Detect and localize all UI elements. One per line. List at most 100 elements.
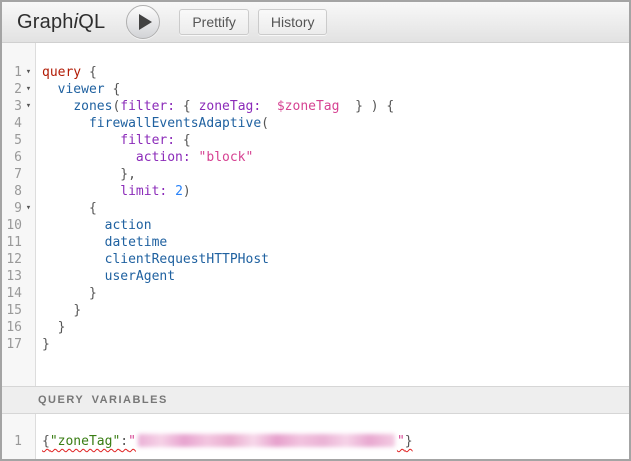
prettify-button[interactable]: Prettify — [179, 9, 249, 35]
line-number: 3 — [2, 98, 22, 115]
code-token: } — [73, 303, 81, 318]
code-token: filter: — [120, 99, 175, 114]
fold-gutter-space — [22, 183, 35, 200]
code-line[interactable]: viewer { — [42, 81, 629, 98]
line-number: 11 — [2, 234, 22, 251]
code-token: " — [397, 434, 405, 449]
fold-arrow-icon[interactable]: ▾ — [22, 98, 35, 115]
line-number: 4 — [2, 115, 22, 132]
code-token: query — [42, 65, 81, 80]
execute-button[interactable] — [126, 5, 160, 39]
fold-gutter-space — [22, 302, 35, 319]
code-token: { — [105, 82, 121, 97]
code-token: "zoneTag" — [50, 434, 120, 449]
logo-text-post: QL — [78, 11, 105, 33]
fold-gutter-space — [22, 166, 35, 183]
query-editor[interactable]: 1▾2▾3▾456789▾1011121314151617 query { vi… — [2, 43, 629, 386]
gutter-row: 9▾ — [2, 200, 35, 217]
code-line[interactable]: } — [42, 319, 629, 336]
code-token: firewallEventsAdaptive — [89, 116, 261, 131]
code-token: filter: — [120, 133, 175, 148]
gutter-row: 6 — [2, 149, 35, 166]
code-token: }, — [120, 167, 136, 182]
code-token — [42, 303, 73, 318]
code-line[interactable]: filter: { — [42, 132, 629, 149]
code-token: { — [175, 133, 191, 148]
variables-editor[interactable]: 1 {"zoneTag":""} — [2, 414, 629, 459]
fold-gutter-space — [22, 149, 35, 166]
line-number: 14 — [2, 285, 22, 302]
code-token — [42, 286, 89, 301]
redacted-value — [138, 434, 395, 447]
code-token — [42, 82, 58, 97]
code-token: { — [81, 65, 97, 80]
fold-gutter-space — [22, 268, 35, 285]
logo-text-pre: Graph — [17, 11, 74, 33]
code-line[interactable]: firewallEventsAdaptive( — [42, 115, 629, 132]
code-line[interactable]: query { — [42, 64, 629, 81]
code-line[interactable]: clientRequestHTTPHost — [42, 251, 629, 268]
code-token: { — [42, 434, 50, 449]
code-token — [42, 167, 120, 182]
code-token: limit: — [120, 184, 167, 199]
code-line[interactable]: action: "block" — [42, 149, 629, 166]
gutter-row: 14 — [2, 285, 35, 302]
code-line[interactable]: }, — [42, 166, 629, 183]
code-token: : — [120, 434, 128, 449]
code-token: viewer — [58, 82, 105, 97]
history-button[interactable]: History — [258, 9, 328, 35]
variables-editor-code[interactable]: {"zoneTag":""} — [36, 414, 629, 459]
gutter-row: 1▾ — [2, 64, 35, 81]
code-token: } — [89, 286, 97, 301]
code-line[interactable]: datetime — [42, 234, 629, 251]
line-number: 7 — [2, 166, 22, 183]
code-token — [167, 184, 175, 199]
line-number: 17 — [2, 336, 22, 353]
query-variables-header[interactable]: QUERY VARIABLES — [2, 386, 629, 414]
topbar: GraphiQL Prettify History — [2, 2, 629, 43]
code-line[interactable]: userAgent — [42, 268, 629, 285]
code-token: ) — [183, 184, 191, 199]
line-number: 2 — [2, 81, 22, 98]
line-number: 16 — [2, 319, 22, 336]
code-token — [42, 99, 73, 114]
gutter-row: 4 — [2, 115, 35, 132]
gutter-row: 1 — [2, 433, 35, 450]
gutter-row: 11 — [2, 234, 35, 251]
gutter-row: 17 — [2, 336, 35, 353]
query-editor-code[interactable]: query { viewer { zones(filter: { zoneTag… — [36, 43, 629, 386]
variables-editor-gutter: 1 — [2, 414, 36, 459]
fold-gutter-space — [22, 115, 35, 132]
gutter-row: 7 — [2, 166, 35, 183]
code-line[interactable]: { — [42, 200, 629, 217]
fold-gutter-space — [22, 285, 35, 302]
code-line[interactable]: {"zoneTag":""} — [42, 433, 629, 450]
code-line[interactable]: limit: 2) — [42, 183, 629, 200]
line-number: 12 — [2, 251, 22, 268]
code-token: zoneTag: — [199, 99, 262, 114]
line-number: 15 — [2, 302, 22, 319]
code-token: " — [128, 434, 136, 449]
query-editor-gutter: 1▾2▾3▾456789▾1011121314151617 — [2, 43, 36, 386]
code-token — [42, 133, 120, 148]
code-line[interactable]: action — [42, 217, 629, 234]
code-token: action: — [136, 150, 191, 165]
fold-gutter-space — [22, 319, 35, 336]
line-number: 8 — [2, 183, 22, 200]
code-token — [261, 99, 277, 114]
code-line[interactable]: } — [42, 302, 629, 319]
fold-arrow-icon[interactable]: ▾ — [22, 64, 35, 81]
code-token: "block" — [199, 150, 254, 165]
code-token — [42, 218, 105, 233]
code-line[interactable]: } — [42, 336, 629, 353]
code-token — [42, 235, 105, 250]
code-line[interactable]: } — [42, 285, 629, 302]
gutter-row: 3▾ — [2, 98, 35, 115]
code-line[interactable]: zones(filter: { zoneTag: $zoneTag } ) { — [42, 98, 629, 115]
code-token: } — [405, 434, 413, 449]
fold-arrow-icon[interactable]: ▾ — [22, 81, 35, 98]
code-token — [42, 269, 105, 284]
code-token: 2 — [175, 184, 183, 199]
line-number: 9 — [2, 200, 22, 217]
fold-arrow-icon[interactable]: ▾ — [22, 200, 35, 217]
